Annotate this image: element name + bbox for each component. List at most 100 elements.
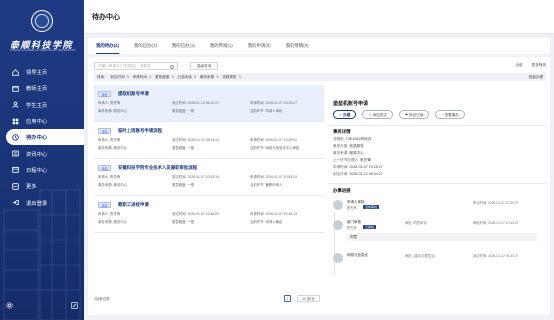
sidebar-item-leader-home[interactable]: 领导主页 xyxy=(0,64,84,80)
sidebar-item-more[interactable]: 更多 xyxy=(0,178,84,194)
filter-right: 全部 更多筛选 xyxy=(507,63,546,68)
tab-my-todo[interactable]: 我的待办(4) xyxy=(96,40,119,54)
task-arrive-time: 到达时间: 2026-01-07 10:46:22 xyxy=(172,212,219,216)
grid-icon xyxy=(12,118,19,125)
task-node: 当前环节: 申请人确定 xyxy=(250,220,283,224)
sort-arrow-icon: ⇅ xyxy=(193,75,197,79)
filter-more[interactable]: 更多筛选 xyxy=(532,63,546,67)
filter-row: 可输入申请人工号(姓名)、流程名 高级查询 全部 更多筛选 xyxy=(94,62,546,70)
step-comment: 同意 xyxy=(347,233,537,241)
logout-icon xyxy=(12,199,19,206)
task-source: 事务来源: 服务中心 xyxy=(98,146,128,150)
mark-read-button[interactable]: ⚑ 标记已读 xyxy=(398,110,430,119)
task-applicant: 申请人: 陈先锋 xyxy=(98,138,121,142)
step-time: 到达时间: 2026-01-12 06:34:27 xyxy=(473,254,519,258)
filter-all[interactable]: 全部 xyxy=(515,63,522,67)
page-number-button[interactable]: 1 xyxy=(284,295,291,302)
more-icon xyxy=(12,182,19,190)
sidebar-item-label: 资讯中心 xyxy=(26,151,48,158)
advanced-search-button[interactable]: 高级查询 xyxy=(190,62,219,70)
detail-field: 到达时间: 2026-01-12 06:34:27 xyxy=(333,172,383,176)
sort-overdue[interactable]: 已逾未读 xyxy=(177,75,191,79)
edit-icon[interactable] xyxy=(71,302,78,311)
sidebar-item-label: 学生主页 xyxy=(26,102,48,109)
sort-arrive-time[interactable]: 到达时间 xyxy=(110,75,124,79)
sidebar-item-label: 领导主页 xyxy=(26,70,48,77)
sort-apply-time[interactable]: 申请时间 xyxy=(133,75,147,79)
search-input[interactable]: 可输入申请人工号(姓名)、流程名 xyxy=(94,62,178,70)
detail-actions: ✓ 办理 ☆ 添加关注 ⚑ 标记已读 ◔ 查看催办 xyxy=(333,110,471,119)
sidebar-item-logout[interactable]: 退出登录 xyxy=(0,194,84,210)
task-title[interactable]: 临时上岗账号申请流程 xyxy=(118,128,162,134)
news-icon xyxy=(12,150,19,157)
sidebar-item-todo-center[interactable]: 待办中心 xyxy=(6,129,84,146)
divider xyxy=(329,183,546,184)
detail-title: 堡垒机账号申请 xyxy=(333,101,369,107)
task-applicant: 申请人: 陈先锋 xyxy=(98,175,121,179)
follow-button[interactable]: ☆ 添加关注 xyxy=(362,110,393,119)
top-bar: 待办中心 xyxy=(84,0,554,34)
step-person: 陈先锋 xyxy=(347,226,357,230)
search-placeholder: 可输入申请人工号(姓名)、流程名 xyxy=(98,64,151,68)
divider xyxy=(329,125,546,126)
avatar xyxy=(333,220,343,230)
sort-urgency[interactable]: 紧急程度 xyxy=(155,75,169,79)
task-node: 当前环节: 申请人审批 xyxy=(250,109,283,113)
task-urgency: 紧急程度: 一般 xyxy=(172,146,195,150)
task-source: 事务来源: 服务中心 xyxy=(98,109,128,113)
task-card[interactable]: 待办 教职工进校申请 申请人: 陈先锋 到达时间: 2026-01-07 10:… xyxy=(94,196,324,233)
detail-pane: 堡垒机账号申请 ✓ 办理 ☆ 添加关注 ⚑ 标记已读 ◔ 查看催办 事务详情 流… xyxy=(329,85,546,311)
sidebar-item-label: 应用中心 xyxy=(26,119,48,126)
sort-source[interactable]: 事务来源 xyxy=(200,75,214,79)
handle-button[interactable]: ✓ 办理 xyxy=(333,110,357,119)
sort-arrow-icon: ⇅ xyxy=(238,75,242,79)
view-reminder-button[interactable]: ◔ 查看催办 xyxy=(435,110,465,119)
gear-icon[interactable] xyxy=(6,302,13,311)
sort-arrow-icon: ⇅ xyxy=(148,75,152,79)
tab-my-applications[interactable]: 我的申请(0) xyxy=(248,40,271,54)
task-title[interactable]: 安徽科技学院专业技术人员兼职审批流程 xyxy=(118,165,197,171)
task-node: 当前环节: 网络与信息化中心审批 xyxy=(250,146,300,150)
sidebar-item-teacher-home[interactable]: 教师主页 xyxy=(0,80,84,96)
step-opinion: 审批: 同意申请 xyxy=(405,221,427,225)
task-title[interactable]: 提取机账号申请 xyxy=(118,91,149,97)
todo-icon xyxy=(12,134,19,141)
task-card[interactable]: 待办 临时上岗账号申请流程 申请人: 陈先锋 到达时间: 2026-01-12 … xyxy=(94,122,324,159)
step-time: 审批时间: 2026-01-07 10:43:27 xyxy=(473,221,519,225)
avatar xyxy=(333,200,343,210)
status-badge: 待办 xyxy=(98,202,112,208)
tab-my-done-2[interactable]: 我的已办(1) xyxy=(172,40,195,54)
search-icon[interactable] xyxy=(170,64,174,69)
sidebar-item-app-center[interactable]: 应用中心 xyxy=(0,113,84,129)
task-arrive-time: 到达时间: 2026-01-12 06:13:21 xyxy=(172,138,219,142)
step-time: 申请时间: 2026-01-07 10:25:27 xyxy=(473,201,519,205)
sidebar-item-news-center[interactable]: 资讯中心 xyxy=(0,145,84,161)
progress-step: 网络与信息化 审批: (建议办理意见) 到达时间: 2026-01-12 06:… xyxy=(333,253,543,267)
sort-flow-type[interactable]: 流程类型 xyxy=(222,75,236,79)
task-card[interactable]: 待办 提取机账号申请 申请人: 陈先锋 到达时间: 2026-01-12 06:… xyxy=(94,85,324,122)
section-title: 事务详情 xyxy=(333,129,351,134)
task-apply-time: 申请时间: 2026-01-07 10:09:02 xyxy=(250,138,297,142)
progress-title: 办事进展 xyxy=(333,188,351,193)
sidebar-item-label: 更多 xyxy=(26,184,37,191)
school-name-english: TAISHUN COLLEGE OF SCIENCE AND TECHNOLOG… xyxy=(10,49,76,52)
task-apply-time: 申请时间: 2026-01-07 10:53:24 xyxy=(250,175,297,179)
page-title: 待办中心 xyxy=(92,13,120,21)
task-source: 事务来源: 服务中心 xyxy=(98,183,128,187)
tab-my-done[interactable]: 我的已办(1) xyxy=(134,40,157,54)
task-arrive-time: 到达时间: 2026-01-07 10:53:34 xyxy=(172,175,219,179)
sort-arrow-icon: ⇅ xyxy=(171,75,175,79)
tab-my-circulated[interactable]: 我的传阅(1) xyxy=(210,40,233,54)
status-badge: 待办 xyxy=(98,165,112,171)
task-title[interactable]: 教职工进校申请 xyxy=(118,202,149,208)
avatar xyxy=(333,253,343,263)
batch-process-button[interactable]: 批量办理 xyxy=(529,73,543,81)
status-badge: 已审批 xyxy=(363,224,377,229)
page-size-select[interactable]: 10 条/页 xyxy=(297,295,320,302)
task-card[interactable]: 待办 安徽科技学院专业技术人员兼职审批流程 申请人: 陈先锋 到达时间: 202… xyxy=(94,159,324,196)
status-badge: 待办 xyxy=(98,91,112,97)
sidebar-item-student-home[interactable]: 学生主页 xyxy=(0,97,84,113)
sidebar-item-schedule-center[interactable]: 日程中心 xyxy=(0,162,84,178)
tab-my-drafts[interactable]: 我的草稿(0) xyxy=(286,40,309,54)
step-opinion: 审批: (建议办理意见) xyxy=(405,254,436,258)
